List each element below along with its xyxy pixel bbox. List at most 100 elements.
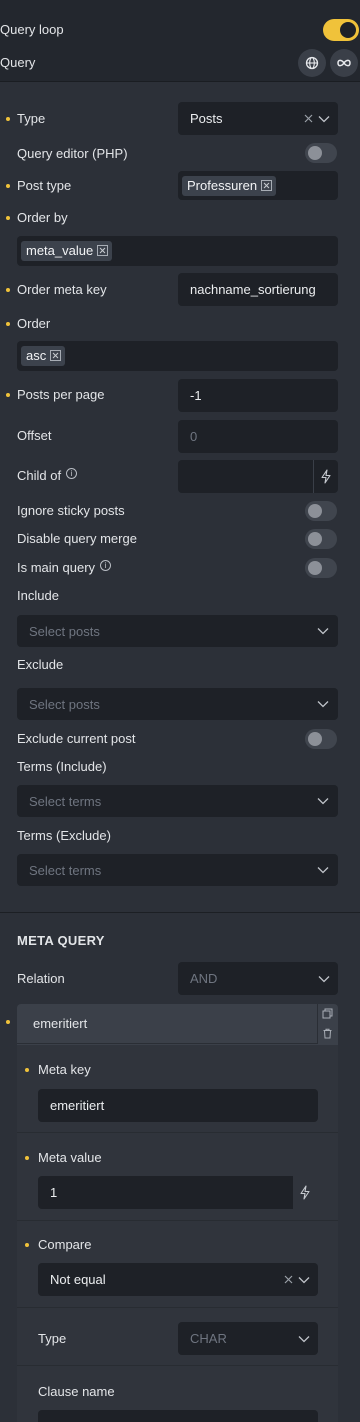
offset-input[interactable]: 0 bbox=[178, 420, 338, 453]
terms-exclude-placeholder: Select terms bbox=[29, 863, 102, 878]
tag-label: Professuren bbox=[187, 178, 258, 193]
clause-type-select[interactable]: CHAR bbox=[178, 1322, 318, 1355]
required-dot bbox=[25, 1068, 29, 1072]
order-meta-key-input[interactable]: nachname_sortierung bbox=[178, 273, 338, 306]
child-of-input[interactable] bbox=[178, 460, 313, 493]
meta-value-value: 1 bbox=[50, 1185, 58, 1200]
query-loop-label: Query loop bbox=[0, 22, 64, 37]
offset-label: Offset bbox=[17, 428, 52, 443]
order-by-label: Order by bbox=[17, 210, 68, 225]
order-meta-key-label: Order meta key bbox=[17, 282, 107, 297]
info-icon[interactable]: i bbox=[100, 560, 112, 571]
is-main-query-toggle[interactable] bbox=[305, 558, 337, 578]
terms-include-label: Terms (Include) bbox=[17, 759, 107, 774]
exclude-label: Exclude bbox=[17, 657, 64, 672]
posts-per-page-input[interactable]: -1 bbox=[178, 379, 338, 412]
posts-per-page-label: Posts per page bbox=[17, 387, 105, 402]
type-select[interactable]: Posts bbox=[178, 102, 338, 135]
meta-key-label: Meta key bbox=[38, 1062, 91, 1077]
clear-icon[interactable] bbox=[304, 114, 313, 123]
chevron-down-icon bbox=[317, 867, 329, 874]
query-loop-toggle[interactable] bbox=[323, 19, 359, 41]
required-dot bbox=[6, 1020, 10, 1024]
trash-icon[interactable] bbox=[322, 1028, 333, 1039]
meta-key-input[interactable]: emeritiert bbox=[38, 1089, 318, 1122]
info-icon[interactable]: i bbox=[66, 468, 78, 479]
chevron-down-icon bbox=[298, 1336, 310, 1343]
terms-exclude-select[interactable]: Select terms bbox=[17, 854, 338, 886]
row-divider bbox=[17, 1307, 338, 1308]
meta-query-heading: META QUERY bbox=[17, 933, 105, 948]
include-label: Include bbox=[17, 588, 59, 603]
toggle-knob bbox=[308, 561, 322, 575]
meta-key-value: emeritiert bbox=[50, 1098, 105, 1113]
chevron-down-icon bbox=[318, 116, 330, 123]
terms-exclude-label: Terms (Exclude) bbox=[17, 828, 111, 843]
duplicate-icon[interactable] bbox=[322, 1008, 333, 1019]
is-main-query-text: Is main query bbox=[17, 560, 96, 575]
query-label: Query bbox=[0, 55, 36, 70]
required-dot bbox=[6, 393, 10, 397]
clause-name-label: Clause name bbox=[38, 1384, 115, 1399]
post-type-tag: Professuren bbox=[182, 176, 277, 196]
offset-placeholder: 0 bbox=[190, 429, 198, 444]
ignore-sticky-toggle[interactable] bbox=[305, 501, 337, 521]
required-dot bbox=[6, 117, 10, 121]
relation-value: AND bbox=[190, 971, 218, 986]
relation-select[interactable]: AND bbox=[178, 962, 338, 995]
chevron-down-icon bbox=[317, 798, 329, 805]
include-placeholder: Select posts bbox=[29, 624, 100, 639]
order-select[interactable]: asc bbox=[17, 341, 338, 371]
type-label: Type bbox=[17, 111, 46, 126]
clause-name-input[interactable] bbox=[38, 1410, 318, 1422]
order-by-select[interactable]: meta_value bbox=[17, 236, 338, 266]
required-dot bbox=[6, 322, 10, 326]
lightning-icon bbox=[300, 1185, 310, 1200]
compare-select[interactable]: Not equal bbox=[38, 1263, 318, 1296]
tag-remove-icon[interactable] bbox=[97, 245, 109, 257]
tag-remove-icon[interactable] bbox=[50, 350, 62, 362]
required-dot bbox=[6, 288, 10, 292]
chevron-down-icon bbox=[317, 628, 329, 635]
compare-value: Not equal bbox=[50, 1272, 106, 1287]
dynamic-data-button[interactable] bbox=[293, 1176, 318, 1209]
meta-value-input[interactable]: 1 bbox=[38, 1176, 293, 1209]
include-select[interactable]: Select posts bbox=[17, 615, 338, 647]
required-dot bbox=[25, 1243, 29, 1247]
dynamic-data-button[interactable] bbox=[313, 460, 338, 493]
toggle-knob bbox=[340, 22, 356, 38]
infinity-button[interactable] bbox=[330, 49, 358, 77]
lightning-icon bbox=[321, 469, 331, 484]
clause-type-value: CHAR bbox=[190, 1331, 227, 1346]
type-value: Posts bbox=[190, 111, 223, 126]
exclude-current-label: Exclude current post bbox=[17, 731, 136, 746]
ignore-sticky-label: Ignore sticky posts bbox=[17, 503, 125, 518]
globe-button[interactable] bbox=[298, 49, 326, 77]
post-type-select[interactable]: Professuren bbox=[178, 171, 338, 200]
disable-merge-label: Disable query merge bbox=[17, 531, 137, 546]
clear-icon[interactable] bbox=[284, 1275, 293, 1284]
tag-label: asc bbox=[26, 348, 47, 363]
chevron-down-icon bbox=[298, 1277, 310, 1284]
infinity-icon bbox=[337, 59, 351, 67]
required-dot bbox=[6, 216, 10, 220]
tag-label: meta_value bbox=[26, 243, 94, 258]
required-dot bbox=[6, 184, 10, 188]
disable-merge-toggle[interactable] bbox=[305, 529, 337, 549]
toggle-knob bbox=[308, 146, 322, 160]
row-divider bbox=[17, 1220, 338, 1221]
order-by-tag: meta_value bbox=[21, 241, 113, 261]
child-of-text: Child of bbox=[17, 468, 62, 483]
section-divider bbox=[0, 912, 360, 913]
tag-remove-icon[interactable] bbox=[261, 180, 273, 192]
order-label: Order bbox=[17, 316, 51, 331]
posts-per-page-value: -1 bbox=[190, 388, 202, 403]
query-editor-label: Query editor (PHP) bbox=[17, 146, 128, 161]
row-divider bbox=[17, 1365, 338, 1366]
exclude-current-toggle[interactable] bbox=[305, 729, 337, 749]
exclude-select[interactable]: Select posts bbox=[17, 688, 338, 720]
query-editor-toggle[interactable] bbox=[305, 143, 337, 163]
toggle-knob bbox=[308, 732, 322, 746]
terms-include-select[interactable]: Select terms bbox=[17, 785, 338, 817]
is-main-query-label: Is main query i bbox=[17, 560, 112, 575]
